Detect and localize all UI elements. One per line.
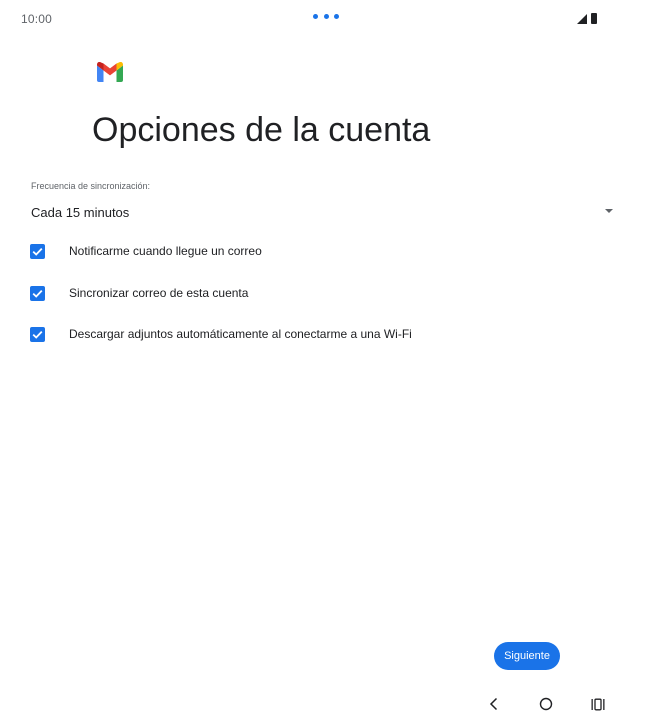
checkbox-checked-icon[interactable]	[30, 326, 45, 342]
recents-icon[interactable]	[588, 694, 608, 714]
page-title: Opciones de la cuenta	[92, 111, 431, 149]
battery-icon	[591, 13, 597, 24]
notify-mail-option[interactable]: Notificarme cuando llegue un correo	[30, 239, 590, 263]
signal-icon	[577, 14, 587, 24]
option-label: Sincronizar correo de esta cuenta	[69, 286, 249, 300]
sync-account-option[interactable]: Sincronizar correo de esta cuenta	[30, 281, 590, 305]
sync-frequency-label: Frecuencia de sincronización:	[31, 181, 151, 191]
option-label: Descargar adjuntos automáticamente al co…	[69, 327, 412, 341]
back-chevron-icon[interactable]	[484, 694, 504, 714]
sync-frequency-value: Cada 15 minutos	[31, 204, 130, 220]
checkbox-checked-icon[interactable]	[30, 243, 45, 259]
dropdown-arrow-icon	[605, 209, 613, 213]
next-button[interactable]: Siguiente	[494, 642, 560, 670]
checkbox-checked-icon[interactable]	[30, 285, 45, 301]
gmail-icon	[97, 62, 123, 82]
home-circle-icon[interactable]	[536, 694, 556, 714]
sync-frequency-select[interactable]: Cada 15 minutos	[31, 198, 615, 226]
option-label: Notificarme cuando llegue un correo	[69, 244, 262, 258]
download-attachments-option[interactable]: Descargar adjuntos automáticamente al co…	[30, 322, 590, 346]
status-time: 10:00	[21, 12, 53, 26]
more-dots-icon	[313, 12, 339, 20]
